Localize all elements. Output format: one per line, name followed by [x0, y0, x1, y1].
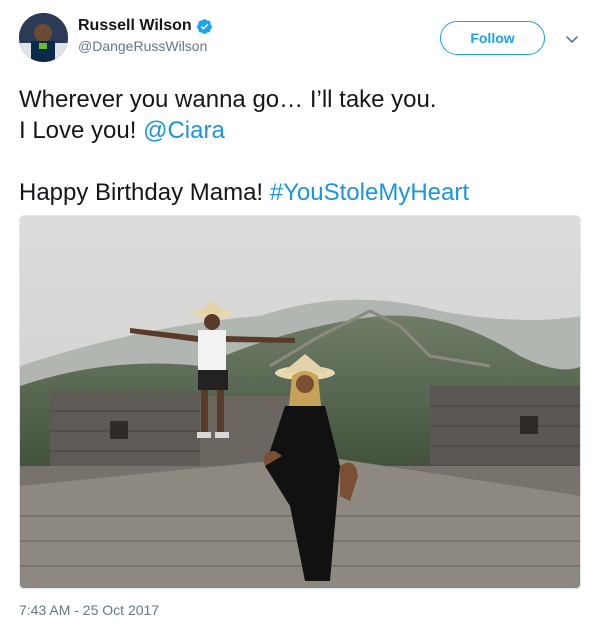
verified-badge-icon — [196, 18, 213, 35]
tweet-photo[interactable] — [19, 215, 581, 589]
hashtag-link[interactable]: #YouStoleMyHeart — [270, 179, 469, 206]
chevron-down-icon[interactable] — [564, 31, 580, 47]
tweet-line-3-text: Happy Birthday Mama! — [19, 179, 270, 206]
tweet-line-1: Wherever you wanna go… I’ll take you. — [19, 86, 437, 113]
tweet-card: Russell Wilson @DangeRussWilson Follow W… — [0, 0, 611, 628]
tweet-line-2: I Love you! @Ciara — [19, 115, 589, 146]
follow-button[interactable]: Follow — [440, 21, 545, 55]
tweet-line-3: Happy Birthday Mama! #YouStoleMyHeart — [19, 177, 589, 208]
avatar[interactable] — [19, 13, 68, 62]
tweet-header: Russell Wilson @DangeRussWilson Follow — [19, 13, 591, 63]
user-handle[interactable]: @DangeRussWilson — [78, 38, 213, 54]
tweet-line-2-text: I Love you! — [19, 117, 144, 144]
tweet-text: Wherever you wanna go… I’ll take you. I … — [19, 84, 589, 208]
tweet-timestamp[interactable]: 7:43 AM - 25 Oct 2017 — [19, 602, 159, 618]
display-name[interactable]: Russell Wilson — [78, 17, 192, 35]
user-names: Russell Wilson @DangeRussWilson — [78, 17, 213, 54]
mention-link[interactable]: @Ciara — [143, 117, 225, 144]
display-name-row: Russell Wilson — [78, 17, 213, 35]
